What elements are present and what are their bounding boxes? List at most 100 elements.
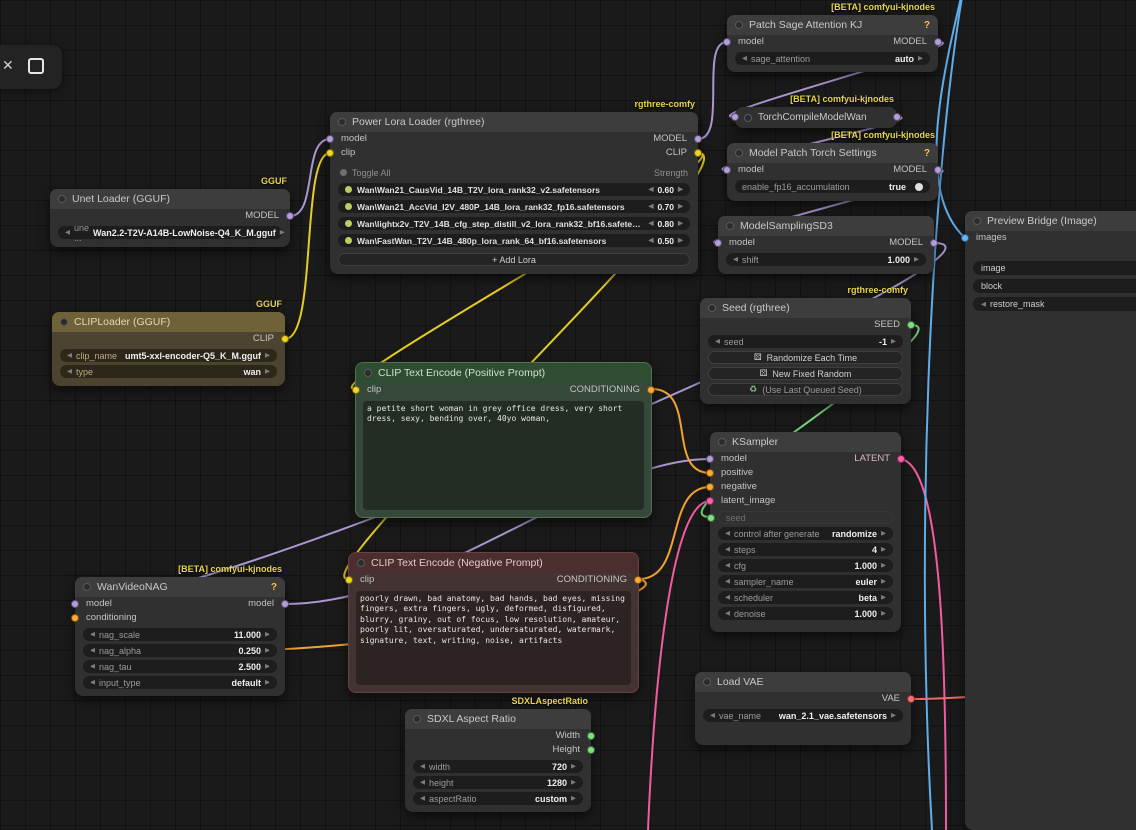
next-arrow-icon[interactable] [265,660,270,673]
vae-name-widget[interactable]: vae_name wan_2.1_vae.safetensors [703,709,903,722]
increase-arrow-icon[interactable] [678,217,683,230]
lora-strength[interactable]: 0.50 [648,234,683,247]
decrease-arrow-icon[interactable] [648,200,653,213]
prev-arrow-icon[interactable] [725,559,730,572]
prev-arrow-icon[interactable] [725,607,730,620]
node-model-patch-torch[interactable]: [BETA] comfyui-kjnodes Model Patch Torch… [723,130,942,201]
prev-arrow-icon[interactable] [742,52,747,65]
clip-input-port[interactable] [345,576,353,584]
next-arrow-icon[interactable] [265,365,270,378]
model-output-port[interactable] [281,600,289,608]
next-arrow-icon[interactable] [280,226,285,239]
next-arrow-icon[interactable] [891,709,896,722]
node-positive-prompt[interactable]: CLIP Text Encode (Positive Prompt) clip … [352,362,655,518]
model-output-port[interactable] [930,239,938,247]
next-arrow-icon[interactable] [918,52,923,65]
latent-output-port[interactable] [897,455,905,463]
randomize-each-time-button[interactable]: ⚄ Randomize Each Time [708,351,903,364]
width-output-port[interactable] [587,732,595,740]
fp16-accumulation-toggle[interactable]: enable_fp16_accumulation true [735,180,930,193]
node-graph-canvas[interactable]: ✕ GGUF Unet Loader (GGUF) MODEL une ... … [0,0,1136,830]
lora-strength[interactable]: 0.60 [648,183,683,196]
node-wan-video-nag[interactable]: [BETA] comfyui-kjnodes WanVideoNAG ? mod… [71,564,289,696]
prev-arrow-icon[interactable] [725,527,730,540]
prev-arrow-icon[interactable] [710,709,715,722]
floating-toolbar[interactable]: ✕ [0,45,62,89]
model-output-port[interactable] [934,38,942,46]
model-input-port[interactable] [723,38,731,46]
model-input-port[interactable] [706,455,714,463]
sampler-name-widget[interactable]: sampler_name euler [718,575,893,588]
next-arrow-icon[interactable] [571,760,576,773]
aspect-ratio-widget[interactable]: aspectRatio custom [413,792,583,805]
node-title-bar[interactable]: Seed (rgthree) [700,298,911,318]
stop-box-icon[interactable] [28,58,44,74]
node-unet-loader[interactable]: GGUF Unet Loader (GGUF) MODEL une ... Wa… [50,176,294,247]
node-title-bar[interactable]: Power Lora Loader (rgthree) [330,112,698,132]
node-torch-compile[interactable]: [BETA] comfyui-kjnodes TorchCompileModel… [731,94,901,128]
control-after-generate-widget[interactable]: control after generate randomize [718,527,893,540]
collapse-dot[interactable] [718,438,726,446]
lora-row[interactable]: Wan\FastWan_T2V_14B_480p_lora_rank_64_bf… [338,234,690,247]
prev-arrow-icon[interactable] [90,628,95,641]
clip-output-port[interactable] [281,335,289,343]
lora-toggle-icon[interactable] [345,203,352,210]
conditioning-output-port[interactable] [647,386,655,394]
lora-strength[interactable]: 0.70 [648,200,683,213]
next-arrow-icon[interactable] [571,792,576,805]
next-arrow-icon[interactable] [265,644,270,657]
lora-toggle-icon[interactable] [345,220,352,227]
next-arrow-icon[interactable] [881,559,886,572]
decrease-arrow-icon[interactable] [648,234,653,247]
model-input-port[interactable] [723,166,731,174]
lora-name[interactable]: Wan\Wan21_AccVid_I2V_480P_14B_lora_rank3… [357,202,625,212]
next-arrow-icon[interactable] [265,676,270,689]
node-model-sampling-sd3[interactable]: ModelSamplingSD3 model MODEL shift 1.000 [714,216,938,274]
prev-arrow-icon[interactable] [67,349,72,362]
node-title-bar[interactable]: CLIP Text Encode (Positive Prompt) [356,363,651,383]
toggle-knob-icon[interactable] [915,182,923,191]
prev-arrow-icon[interactable] [715,335,720,348]
prev-arrow-icon[interactable] [90,676,95,689]
lora-name[interactable]: Wan\Wan21_CausVid_14B_T2V_lora_rank32_v2… [357,185,600,195]
conditioning-output-port[interactable] [634,576,642,584]
vae-output-port[interactable] [907,695,915,703]
node-patch-sage-attention[interactable]: [BETA] comfyui-kjnodes Patch Sage Attent… [723,2,942,72]
clip-type-widget[interactable]: type wan [60,365,277,378]
model-input-port[interactable] [326,135,334,143]
help-icon[interactable]: ? [924,148,930,159]
unet-name-widget[interactable]: une ... Wan2.2-T2V-A14B-LowNoise-Q4_K_M.… [58,223,285,243]
node-preview-bridge[interactable]: Preview Bridge (Image) images image bloc… [961,211,1136,830]
lora-row[interactable]: Wan\Wan21_CausVid_14B_T2V_lora_rank32_v2… [338,183,690,196]
nag-scale-widget[interactable]: nag_scale 11.000 [83,628,277,641]
next-arrow-icon[interactable] [881,543,886,556]
height-widget[interactable]: height 1280 [413,776,583,789]
add-lora-button[interactable]: + Add Lora [338,253,690,266]
increase-arrow-icon[interactable] [678,200,683,213]
next-arrow-icon[interactable] [881,527,886,540]
seed-input-port[interactable] [707,514,715,522]
collapse-dot[interactable] [338,118,346,126]
scheduler-widget[interactable]: scheduler beta [718,591,893,604]
clip-input-port[interactable] [352,386,360,394]
negative-prompt-textarea[interactable]: poorly drawn, bad anatomy, bad hands, ba… [356,591,631,685]
cfg-widget[interactable]: cfg 1.000 [718,559,893,572]
decrease-arrow-icon[interactable] [648,217,653,230]
steps-widget[interactable]: steps 4 [718,543,893,556]
seed-value-widget[interactable]: seed -1 [708,335,903,348]
next-arrow-icon[interactable] [265,628,270,641]
lora-toggle-icon[interactable] [345,186,352,193]
increase-arrow-icon[interactable] [678,234,683,247]
next-arrow-icon[interactable] [571,776,576,789]
prev-arrow-icon[interactable] [733,253,738,266]
node-title-bar[interactable]: Patch Sage Attention KJ ? [727,15,938,35]
lora-row[interactable]: Wan\Wan21_AccVid_I2V_480P_14B_lora_rank3… [338,200,690,213]
negative-input-port[interactable] [706,483,714,491]
seed-input-row[interactable]: seed [707,511,893,524]
prev-arrow-icon[interactable] [420,776,425,789]
model-output-port[interactable] [286,212,294,220]
nag-tau-widget[interactable]: nag_tau 2.500 [83,660,277,673]
lora-toggle-icon[interactable] [345,237,352,244]
collapse-dot[interactable] [973,217,981,225]
latent-image-input-port[interactable] [706,497,714,505]
